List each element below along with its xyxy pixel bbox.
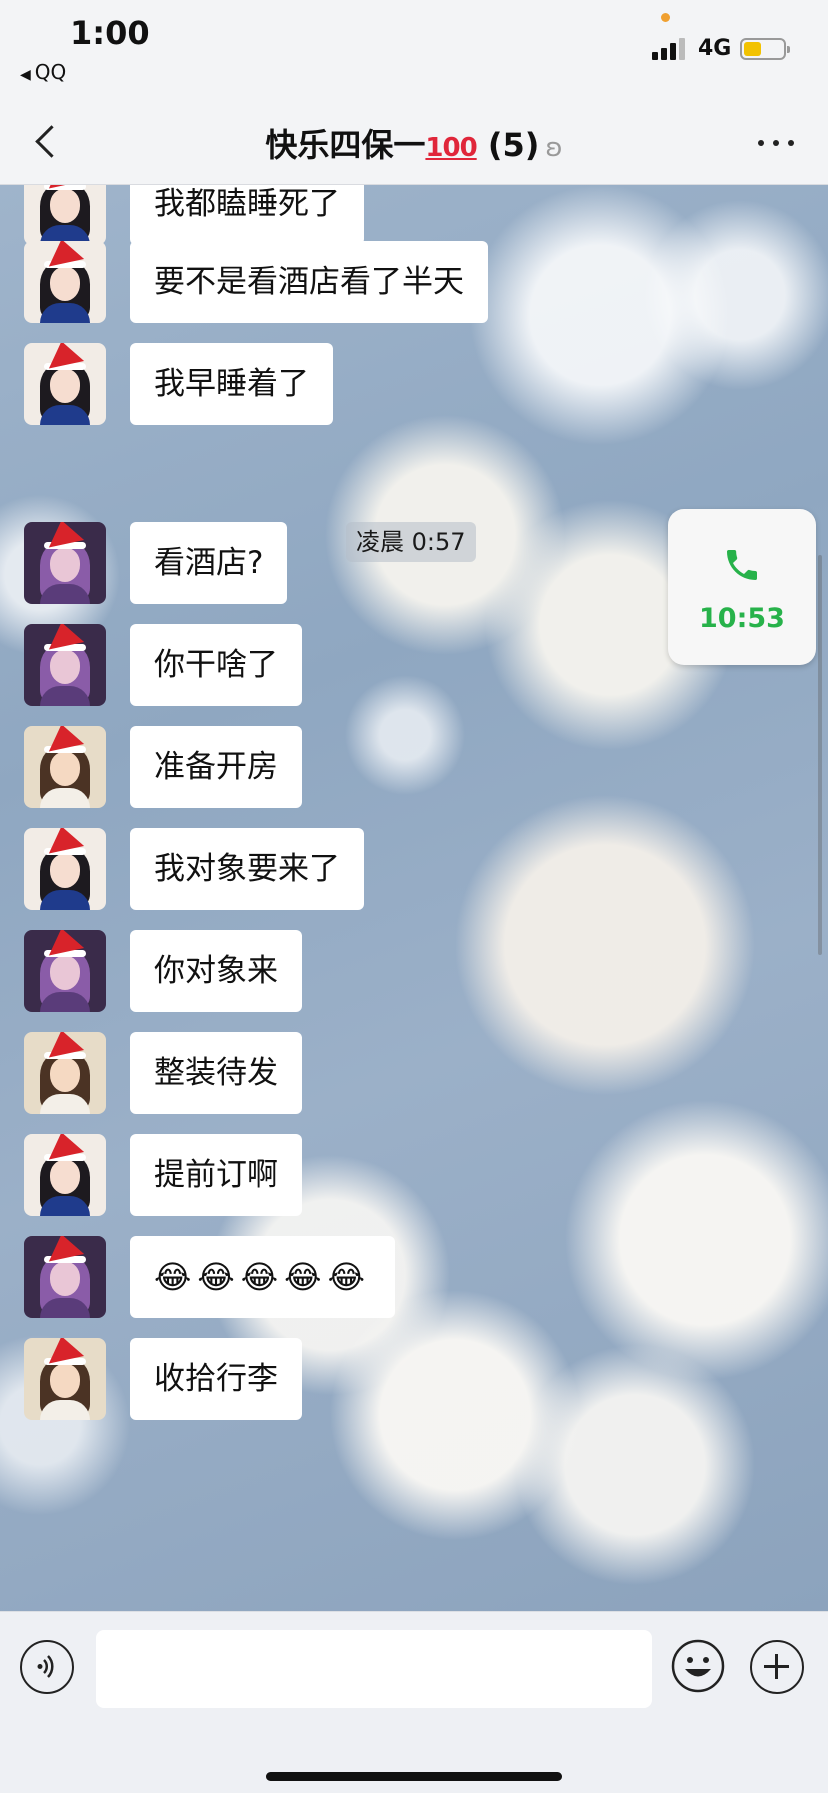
message-timestamp: 凌晨 0:57 [346,522,476,562]
message-bubble[interactable]: 看酒店? [130,522,288,604]
message-bubble[interactable]: 你对象来 [130,930,302,1012]
plus-icon[interactable] [750,1640,804,1694]
chat-header: 快乐四保一100 (5) ʚ [0,100,828,185]
snow-white-avatar[interactable] [24,185,106,245]
chat-title[interactable]: 快乐四保一100 (5) ʚ [0,120,828,166]
message-bubble[interactable]: 准备开房 [130,726,302,808]
call-duration: 10:53 [699,603,785,634]
message-row: 准备开房 [0,724,828,808]
fox-girl-avatar[interactable] [24,1236,106,1318]
message-bubble[interactable]: 😂😂😂😂😂 [130,1236,395,1318]
message-row: 整装待发 [0,1030,828,1114]
snow-white-avatar[interactable] [24,828,106,910]
voice-waves-icon [37,1655,54,1678]
message-bubble[interactable]: 我早睡着了 [130,343,333,425]
emoji-icon[interactable] [670,1638,726,1694]
network-type: 4G [698,36,732,61]
status-bar: 1:00 ◀ QQ 4G [0,0,828,100]
member-count: (5) [487,126,540,164]
location-indicator-dot [661,13,670,22]
ear-icon: ʚ [545,133,563,163]
fox-girl-avatar[interactable] [24,930,106,1012]
message-bubble[interactable]: 你干啥了 [130,624,302,706]
back-to-app-link[interactable]: ◀ QQ [20,60,66,84]
message-bubble[interactable]: 我都瞌睡死了 [130,185,364,245]
fox-girl-avatar[interactable] [24,624,106,706]
message-bubble[interactable]: 整装待发 [130,1032,302,1114]
hundred-points-emoji: 100 [425,133,477,163]
message-bubble[interactable]: 我对象要来了 [130,828,364,910]
message-bubble[interactable]: 收拾行李 [130,1338,302,1420]
snow-white-avatar[interactable] [24,1134,106,1216]
back-triangle-icon: ◀ [20,67,31,83]
message-bubble[interactable]: 提前订啊 [130,1134,302,1216]
chat-message-list[interactable]: 我都瞌睡死了 要不是看酒店看了半天 我早睡着了看酒店? 你干啥了准备开房我对象要来了你… [0,185,828,1611]
girl-photo-avatar[interactable] [24,1032,106,1114]
battery-icon [740,38,790,60]
more-options-icon[interactable] [754,124,798,160]
message-row: 提前订啊 [0,1132,828,1216]
girl-photo-avatar[interactable] [24,726,106,808]
message-row: 你对象来 [0,928,828,1012]
home-indicator[interactable] [266,1772,562,1781]
message-row: 我都瞌睡死了 [0,185,828,245]
message-input-bar [0,1611,828,1793]
girl-photo-avatar[interactable] [24,1338,106,1420]
message-row: 我早睡着了 [0,341,828,425]
message-text-input[interactable] [96,1630,652,1708]
back-app-label: QQ [34,60,67,84]
voice-icon[interactable] [20,1640,74,1694]
group-name: 快乐四保一 [265,126,426,164]
fox-girl-avatar[interactable] [24,522,106,604]
message-row: 😂😂😂😂😂 [0,1234,828,1318]
status-time: 1:00 [70,14,150,52]
message-row: 收拾行李 [0,1336,828,1420]
ongoing-call-card[interactable]: 10:53 [668,509,816,665]
signal-strength-icon [652,38,690,60]
message-row: 我对象要来了 [0,826,828,910]
phone-icon [727,550,757,580]
message-bubble[interactable]: 要不是看酒店看了半天 [130,241,488,323]
message-row: 要不是看酒店看了半天 [0,239,828,323]
snow-white-avatar[interactable] [24,241,106,323]
snow-white-avatar[interactable] [24,343,106,425]
